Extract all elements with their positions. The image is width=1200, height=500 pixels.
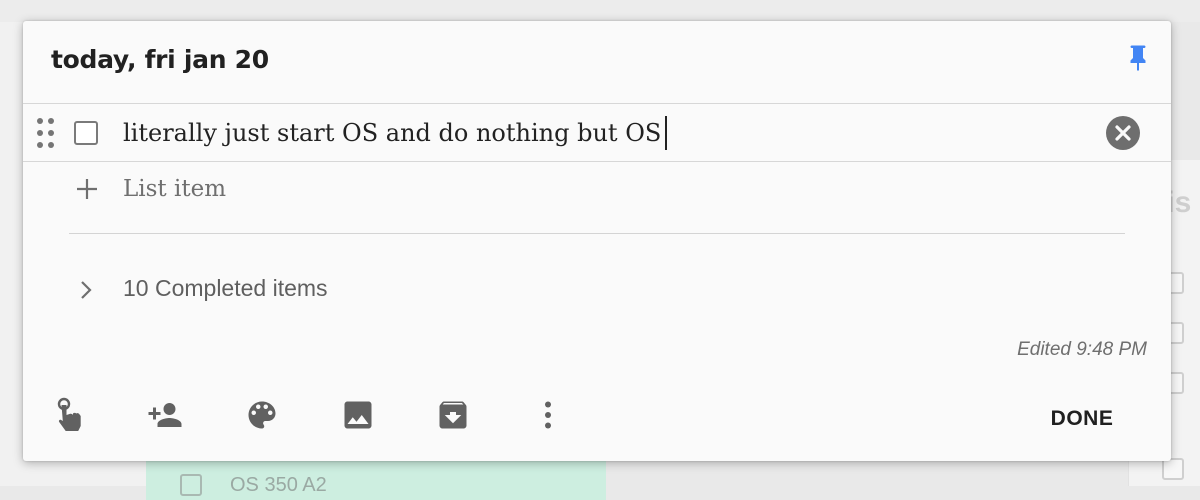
collaborator-icon[interactable] [147,397,183,433]
note-editor-dialog: today, fri jan 20 literally just start O… [23,21,1171,461]
done-button[interactable]: DONE [1037,401,1127,437]
remind-me-icon[interactable] [51,397,87,433]
completed-divider [69,233,1125,234]
note-title[interactable]: today, fri jan 20 [51,45,269,74]
palette-icon[interactable] [244,397,280,433]
list-item-text[interactable]: literally just start OS and do nothing b… [123,116,668,150]
background-checkbox [1162,458,1184,480]
image-icon[interactable] [340,397,376,433]
add-list-item-row[interactable]: List item [23,169,1171,215]
background-checkbox [180,474,202,496]
list-item: literally just start OS and do nothing b… [23,104,1171,161]
drag-handle-icon[interactable] [35,116,57,150]
completed-items-toggle[interactable]: 10 Completed items [23,271,623,311]
remove-item-icon[interactable] [1105,115,1141,151]
list-item-checkbox[interactable] [74,121,98,145]
chevron-right-icon [81,281,92,299]
item-divider [23,161,1171,162]
more-icon[interactable] [530,397,566,433]
background-header-strip [0,0,1200,22]
add-item-placeholder[interactable]: List item [123,176,226,202]
plus-icon [77,179,97,199]
completed-items-label: 10 Completed items [123,275,328,301]
edited-timestamp: Edited 9:48 PM [1017,339,1147,360]
archive-icon[interactable] [435,397,471,433]
pin-icon[interactable] [1123,43,1153,73]
